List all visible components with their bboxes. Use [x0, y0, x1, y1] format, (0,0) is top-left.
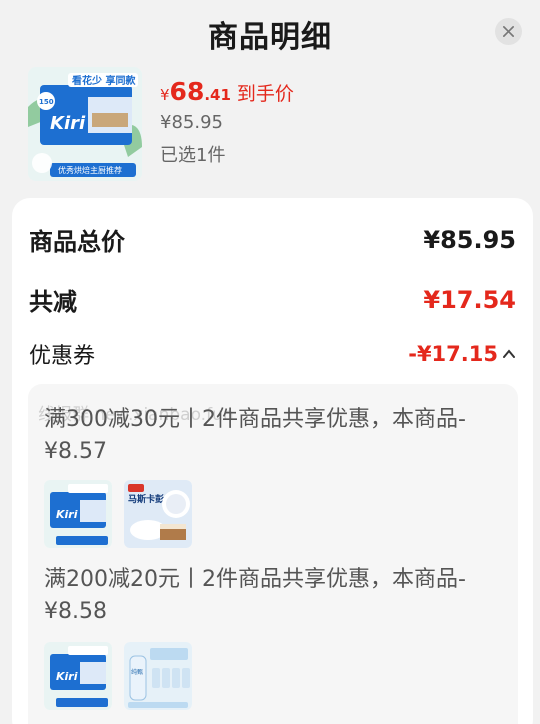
price-decimal: .41 [204, 86, 231, 104]
coupon-item-products: Kiri 纯甄 [44, 642, 192, 710]
page-title: 商品明细 [208, 20, 332, 55]
product-info: ¥ 68 .41 到手价 ¥85.95 已选1件 [160, 77, 294, 167]
final-price: ¥ 68 .41 到手价 [160, 77, 294, 106]
coupon-row[interactable]: 优惠券 -¥17.15 [29, 338, 516, 370]
yogurt-product-thumbnail[interactable]: 纯甄 [124, 642, 192, 710]
chevron-up-icon[interactable] [502, 347, 516, 361]
product-thumbnail[interactable]: 看花少 享同款 Kiri 150 优秀烘焙主厨推荐 [28, 67, 142, 181]
svg-text:Kiri: Kiri [56, 508, 78, 521]
svg-text:Kiri: Kiri [56, 670, 78, 683]
price-integer: 68 [169, 77, 205, 106]
original-price: ¥85.95 [160, 112, 223, 133]
kiri-product-thumbnail[interactable]: Kiri [44, 642, 112, 710]
kiri-product-thumbnail[interactable]: Kiri [44, 480, 112, 548]
svg-text:150: 150 [39, 98, 54, 106]
close-icon [503, 26, 514, 37]
total-reduce-value: ¥17.54 [423, 285, 516, 314]
svg-text:纯甄: 纯甄 [131, 668, 143, 676]
product-summary: 看花少 享同款 Kiri 150 优秀烘焙主厨推荐 ¥ 68 .41 到手价 ¥… [28, 67, 518, 185]
coupon-amount: -¥17.15 [408, 342, 498, 366]
price-tag-label: 到手价 [236, 83, 294, 105]
coupon-value[interactable]: -¥17.15 [408, 342, 516, 366]
svg-text:看花少 享同款: 看花少 享同款 [72, 74, 136, 87]
coupon-label: 优惠券 [29, 344, 96, 369]
svg-text:马斯卡彭: 马斯卡彭 [128, 493, 164, 505]
total-price-row: 商品总价 ¥85.95 [29, 222, 516, 257]
coupon-detail-list: 线报群 new.xianbao.fun 满300减30元丨2件商品共享优惠，本商… [28, 384, 518, 724]
svg-text:Kiri: Kiri [50, 113, 86, 134]
total-reduce-row: 共减 ¥17.54 [29, 282, 516, 317]
close-button[interactable] [495, 18, 522, 45]
total-price-label: 商品总价 [29, 228, 125, 256]
svg-text:优秀烘焙主厨推荐: 优秀烘焙主厨推荐 [58, 165, 122, 175]
coupon-item-products: Kiri 马斯卡彭 [44, 480, 192, 548]
header: 商品明细 [0, 0, 540, 64]
total-price-value: ¥85.95 [423, 225, 516, 254]
coupon-item-description: 满200减20元丨2件商品共享优惠，本商品-¥8.58 [44, 567, 466, 624]
mascarpone-product-thumbnail[interactable]: 马斯卡彭 [124, 480, 192, 548]
currency-symbol: ¥ [160, 86, 170, 104]
total-reduce-label: 共减 [29, 288, 77, 316]
price-detail-card: 商品总价 ¥85.95 共减 ¥17.54 优惠券 -¥17.15 线报群 ne… [12, 198, 533, 724]
coupon-item-description: 满300减30元丨2件商品共享优惠，本商品-¥8.57 [44, 407, 466, 464]
selected-count: 已选1件 [160, 145, 226, 166]
